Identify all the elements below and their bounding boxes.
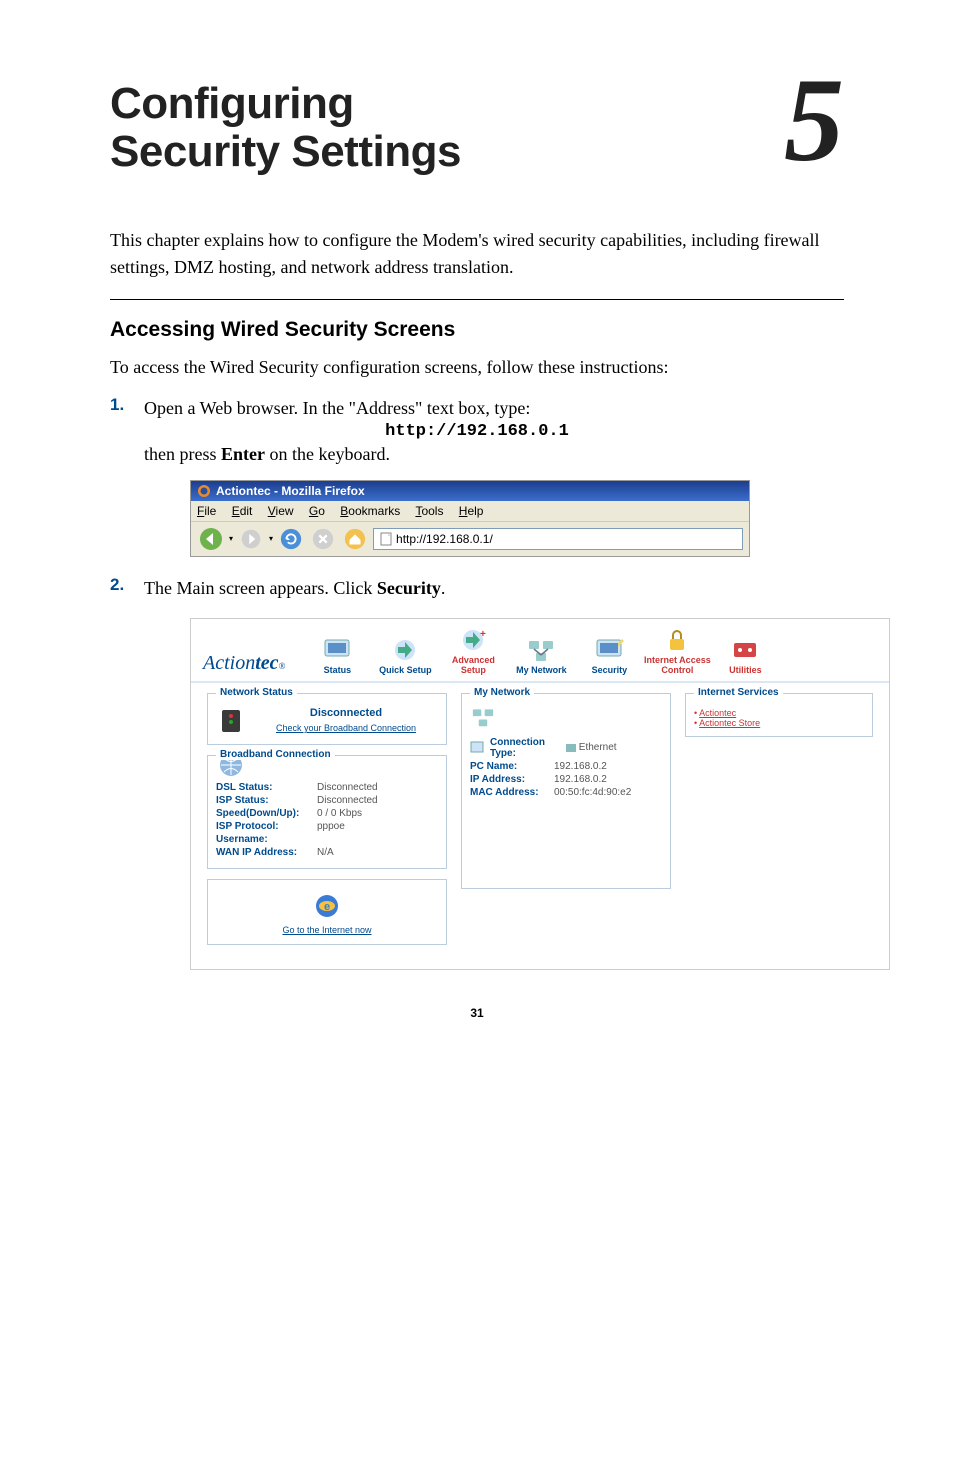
panel-broadband-title: Broadband Connection [216,749,335,760]
network-status-value: Disconnected [254,707,438,719]
panel-network-status: Network Status Disconnected Check your B… [207,693,447,745]
internet-explorer-icon: e [313,892,341,920]
section-intro: To access the Wired Security configurati… [110,354,844,381]
chapter-title-line2: Security Settings [110,127,461,176]
panel-network-status-title: Network Status [216,687,297,698]
nav-utilities[interactable]: Utilities [711,637,779,675]
modem-icon [216,706,246,736]
step-number-2: 2. [110,575,128,595]
browser-window-figure: Actiontec - Mozilla Firefox File Edit Vi… [190,480,750,557]
wan-ip-label: WAN IP Address: [216,847,311,858]
home-button[interactable] [341,525,369,553]
intro-paragraph: This chapter explains how to configure t… [110,227,844,281]
nav-my-network[interactable]: My Network [507,637,575,675]
menu-view[interactable]: View [268,504,294,518]
connection-icon [470,741,484,755]
step-1-continuation: then press Enter on the keyboard. [144,441,844,468]
panel-internet-services-title: Internet Services [694,687,783,698]
nav-security[interactable]: Security [575,637,643,675]
speed-value: 0 / 0 Kbps [317,808,362,819]
protocol-value: pppoe [317,821,345,832]
panel-my-network-title: My Network [470,687,534,698]
ip-address-label: IP Address: [470,774,548,785]
panel-broadband-connection: Broadband Connection DSL Status:Disconne… [207,755,447,869]
panel-internet-services: Internet Services • Actiontec • Actionte… [685,693,873,737]
nav-status[interactable]: Status [303,637,371,675]
panel-my-network: My Network Connection Type: Ethernet [461,693,671,889]
dsl-status-label: DSL Status: [216,782,311,793]
browser-toolbar: ▾ ▾ http://192.168.0.1/ [191,522,749,556]
ip-address-value: 192.168.0.2 [554,774,607,785]
isp-status-value: Disconnected [317,795,378,806]
dropdown-arrow[interactable]: ▾ [229,534,233,543]
dropdown-arrow-2[interactable]: ▾ [269,534,273,543]
go-internet-link[interactable]: Go to the Internet now [282,925,371,935]
browser-menubar: File Edit View Go Bookmarks Tools Help [191,501,749,522]
dsl-status-value: Disconnected [317,782,378,793]
nav-quick-setup[interactable]: Quick Setup [371,637,439,675]
menu-go[interactable]: Go [309,504,325,518]
stop-button[interactable] [309,525,337,553]
reload-button[interactable] [277,525,305,553]
menu-file[interactable]: File [197,504,216,518]
svg-text:+: + [480,629,486,640]
page-number: 31 [110,1006,844,1020]
network-panel-icon [470,706,496,728]
chapter-title: Configuring Security Settings [110,80,461,177]
service-link-actiontec-store[interactable]: Actiontec Store [699,718,760,728]
back-button[interactable] [197,525,225,553]
username-label: Username: [216,834,311,845]
mac-address-value: 00:50:fc:4d:90:e2 [554,787,631,798]
conn-type-label: Connection Type: [490,737,560,759]
check-broadband-link[interactable]: Check your Broadband Connection [276,723,416,733]
actiontec-logo: Actiontec® [203,652,285,675]
step-1-text: Open a Web browser. In the "Address" tex… [144,395,530,422]
firefox-icon [197,484,211,498]
forward-button[interactable] [237,525,265,553]
step-number-1: 1. [110,395,128,415]
step-2-text: The Main screen appears. Click Security. [144,575,445,602]
chapter-number: 5 [784,72,844,168]
conn-type-value: Ethernet [566,742,617,753]
menu-help[interactable]: Help [459,504,484,518]
nav-advanced-setup[interactable]: + Advanced Setup [439,627,507,675]
isp-status-label: ISP Status: [216,795,311,806]
chapter-title-line1: Configuring [110,79,354,128]
menu-tools[interactable]: Tools [415,504,443,518]
pc-name-label: PC Name: [470,761,548,772]
wan-ip-value: N/A [317,847,334,858]
svg-text:e: e [324,901,330,913]
pc-name-value: 192.168.0.2 [554,761,607,772]
nav-internet-access-control[interactable]: Internet Access Control [643,627,711,675]
ethernet-icon [566,744,576,752]
router-ui-figure: Actiontec® Status Quick Setup + Advanced… [190,618,890,970]
speed-label: Speed(Down/Up): [216,808,311,819]
browser-title-text: Actiontec - Mozilla Firefox [216,484,365,498]
address-text: http://192.168.0.1/ [396,532,493,546]
address-bar[interactable]: http://192.168.0.1/ [373,528,743,550]
service-link-actiontec[interactable]: Actiontec [699,708,736,718]
section-heading: Accessing Wired Security Screens [110,318,844,342]
page-icon [380,532,392,546]
step-1-url: http://192.168.0.1 [110,422,844,441]
menu-bookmarks[interactable]: Bookmarks [340,504,400,518]
menu-edit[interactable]: Edit [232,504,253,518]
browser-titlebar: Actiontec - Mozilla Firefox [191,481,749,501]
panel-go-internet: e Go to the Internet now [207,879,447,945]
section-divider [110,299,844,300]
mac-address-label: MAC Address: [470,787,548,798]
router-top-nav: Actiontec® Status Quick Setup + Advanced… [191,619,889,683]
protocol-label: ISP Protocol: [216,821,311,832]
